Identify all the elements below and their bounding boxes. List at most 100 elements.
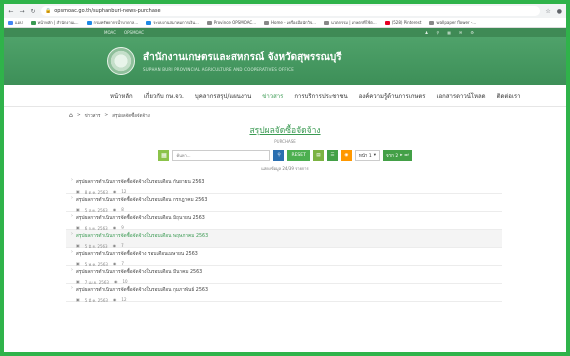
item-views: 12 bbox=[121, 189, 127, 194]
item-date: 5 ส.ค. 2563 bbox=[84, 208, 108, 213]
date-icon: ▣ bbox=[76, 189, 80, 194]
list-toolbar: ▦ ⚲ RESET ▤ ☰ ◉ หน้า 1 ▾ จาก 2 ▸ ⏭ bbox=[4, 149, 566, 161]
mail-icon[interactable]: ✉ bbox=[459, 30, 462, 35]
bookmark-favicon-icon bbox=[146, 20, 152, 25]
page-subtitle: PURCHASE bbox=[274, 139, 296, 144]
settings-icon[interactable]: ⚙ bbox=[470, 30, 474, 35]
item-title[interactable]: สรุปผลการดำเนินการจัดซื้อจัดจ้างในรอบเดื… bbox=[76, 178, 205, 186]
bookmark-favicon-icon bbox=[8, 20, 13, 25]
views-icon: ◉ bbox=[113, 279, 118, 284]
item-views: 10 bbox=[122, 279, 128, 284]
list-item[interactable]: › สรุปผลการดำเนินการจัดซื้อจัดจ้างในรอบเด… bbox=[66, 266, 502, 285]
lock-icon: 🔒 bbox=[45, 8, 52, 14]
main-menu: หน้าหลัก เกี่ยวกับ กษ.จว. บุคลากรสรุป/แผนง… bbox=[4, 85, 566, 107]
bookmark-item[interactable]: wallpaper flower -... bbox=[429, 20, 476, 25]
item-date: 8 ต.ค. 2563 bbox=[84, 190, 108, 195]
top-link-opsmoac[interactable]: OPSMOAC bbox=[124, 30, 144, 35]
page-navigation[interactable]: จาก 2 ▸ ⏭ bbox=[383, 149, 412, 161]
menu-item[interactable]: เกี่ยวกับ กษ.จว. bbox=[144, 91, 184, 101]
menu-item[interactable]: หน้าหลัก bbox=[110, 91, 133, 101]
menu-item[interactable]: บุคลากรสรุป/แผนงาน bbox=[195, 91, 251, 101]
site-title: สำนักงานเกษตรและสหกรณ์ จังหวัดสุพรรณบุรี bbox=[143, 52, 342, 63]
forward-icon[interactable]: → bbox=[19, 8, 25, 15]
home-icon[interactable]: ⌂ bbox=[69, 112, 73, 119]
list-item[interactable]: › สรุปผลการดำเนินการจัดซื้อจัดจ้างในรอบเด… bbox=[66, 284, 502, 303]
bookmark-item[interactable]: กรมทรัพยากรน้ำบาดาล... bbox=[86, 19, 138, 26]
office-logo[interactable] bbox=[107, 47, 135, 75]
views-icon: ◉ bbox=[112, 243, 117, 248]
breadcrumb-current: สรุปผลจัดซื้อจัดจ้าง bbox=[112, 113, 150, 119]
menu-item[interactable]: องค์ความรู้ด้านการเกษตร bbox=[359, 91, 426, 101]
item-views: 12 bbox=[121, 297, 127, 302]
bookmark-favicon-icon bbox=[264, 20, 270, 25]
item-title[interactable]: สรุปผลการดำเนินการจัดซื้อจัดจ้างในรอบเดื… bbox=[76, 196, 207, 204]
menu-item[interactable]: การบริการประชาชน bbox=[294, 91, 347, 101]
bookmark-item[interactable]: แอป bbox=[8, 19, 23, 26]
list-view-button[interactable]: ☰ bbox=[326, 149, 338, 161]
last-page-icon[interactable]: ⏭ bbox=[404, 152, 408, 158]
item-title[interactable]: สรุปผลการดำเนินการจัดซื้อจัดจ้างในรอบเดื… bbox=[76, 268, 202, 276]
arrow-right-icon: › bbox=[71, 286, 73, 291]
calendar-icon[interactable]: ▦ bbox=[158, 149, 170, 161]
search-input[interactable] bbox=[172, 149, 271, 161]
bookmarks-bar: แอป หน้าหลัก | สำนักงานเ... กรมทรัพยากรน้ำ… bbox=[4, 18, 566, 28]
item-views: 8 bbox=[121, 207, 124, 212]
bookmark-item[interactable]: ระบบงานสมาคมการเงิน... bbox=[146, 19, 199, 26]
bookmark-item[interactable]: Province OPSMOAC... bbox=[206, 20, 256, 25]
list-item[interactable]: › สรุปผลการดำเนินการจัดซื้อจัดจ้างในรอบเด… bbox=[66, 194, 502, 213]
bookmark-favicon-icon bbox=[86, 20, 92, 25]
top-link-moac[interactable]: MOAC bbox=[104, 30, 116, 35]
item-title[interactable]: สรุปผลการดำเนินการจัดซื้อจัดจ้างในรอบเดื… bbox=[76, 232, 208, 240]
date-icon: ▣ bbox=[76, 279, 80, 284]
site-top-bar: MOAC OPSMOAC ♟ ⚲ ▦ ✉ ⚙ bbox=[4, 28, 566, 37]
bookmark-favicon-icon bbox=[323, 20, 329, 25]
user-icon[interactable]: ♟ bbox=[425, 30, 429, 35]
bookmark-item[interactable]: (528) Pinterest bbox=[384, 20, 421, 25]
bookmark-item[interactable]: หน้าหลัก | สำนักงานเ... bbox=[30, 19, 79, 26]
page-select[interactable]: หน้า 1 ▾ bbox=[354, 149, 381, 161]
reset-button[interactable]: RESET bbox=[287, 149, 310, 161]
date-icon: ▣ bbox=[76, 225, 80, 230]
breadcrumb-news[interactable]: ข่าวสาร bbox=[85, 112, 101, 119]
item-views: 7 bbox=[121, 261, 124, 266]
date-icon: ▣ bbox=[76, 243, 80, 248]
item-views: 7 bbox=[121, 243, 124, 248]
item-date: 5 มิ.ย. 2563 bbox=[84, 244, 108, 249]
url-text: opsmoac.go.th/suphanburi-news-purchase bbox=[54, 8, 161, 14]
list-item[interactable]: › สรุปผลการดำเนินการจัดซื้อจัดจ้างในรอบเด… bbox=[66, 212, 502, 231]
arrow-right-icon: › bbox=[71, 250, 73, 255]
bookmark-item[interactable]: นวตกรรม | เกษตรที่ใช้ต... bbox=[323, 19, 377, 26]
bookmark-favicon-icon bbox=[30, 20, 36, 25]
sitemap-icon[interactable]: ▦ bbox=[447, 30, 451, 35]
item-title[interactable]: สรุปผลการดำเนินการจัดซื้อจัดจ้างในรอบเดื… bbox=[76, 286, 208, 294]
list-item[interactable]: › สรุปผลการดำเนินการจัดซื้อจัดจ้างในรอบเด… bbox=[66, 230, 502, 249]
search-icon[interactable]: ⚲ bbox=[436, 30, 439, 35]
bookmark-item[interactable]: Home - เครื่องมือนักวิจ... bbox=[264, 19, 316, 26]
menu-item[interactable]: ข่าวสาร bbox=[262, 91, 283, 101]
menu-item[interactable]: เอกสารดาวน์โหลด bbox=[437, 91, 486, 101]
item-title[interactable]: สรุปผลการดำเนินการจัดซื้อจัดจ้าง รอบเดือ… bbox=[76, 250, 198, 258]
grid-view-button[interactable]: ▤ bbox=[312, 149, 324, 161]
search-button[interactable]: ⚲ bbox=[273, 149, 285, 161]
list-item[interactable]: › สรุปผลการดำเนินการจัดซื้อจัดจ้าง รอบเดื… bbox=[66, 248, 502, 267]
star-icon[interactable]: ☆ bbox=[545, 8, 550, 15]
rss-button[interactable]: ◉ bbox=[340, 149, 352, 161]
profile-icon[interactable]: ● bbox=[557, 8, 562, 15]
browser-window: ← → ↻ 🔒 opsmoac.go.th/suphanburi-news-pu… bbox=[4, 4, 566, 352]
reload-icon[interactable]: ↻ bbox=[30, 8, 36, 15]
next-page-icon[interactable]: ▸ bbox=[400, 153, 402, 158]
back-icon[interactable]: ← bbox=[8, 8, 14, 15]
views-icon: ◉ bbox=[112, 207, 117, 212]
list-item[interactable]: › สรุปผลการดำเนินการจัดซื้อจัดจ้างในรอบเด… bbox=[66, 176, 502, 195]
breadcrumb: ⌂ > ข่าวสาร > สรุปผลจัดซื้อจัดจ้าง bbox=[69, 111, 150, 119]
item-title[interactable]: สรุปผลการดำเนินการจัดซื้อจัดจ้างในรอบเดื… bbox=[76, 214, 205, 222]
arrow-right-icon: › bbox=[71, 268, 73, 273]
date-icon: ▣ bbox=[76, 297, 80, 302]
page-title: สรุปผลจัดซื้อจัดจ้าง bbox=[249, 126, 321, 136]
item-date: 5 มี.ค. 2563 bbox=[84, 298, 108, 303]
arrow-right-icon: › bbox=[71, 214, 73, 219]
item-date: 6 ก.ค. 2563 bbox=[84, 226, 108, 231]
menu-item[interactable]: ติดต่อเรา bbox=[497, 91, 521, 101]
bookmark-favicon-icon bbox=[384, 20, 390, 25]
url-input[interactable]: 🔒 opsmoac.go.th/suphanburi-news-purchase bbox=[41, 6, 541, 16]
